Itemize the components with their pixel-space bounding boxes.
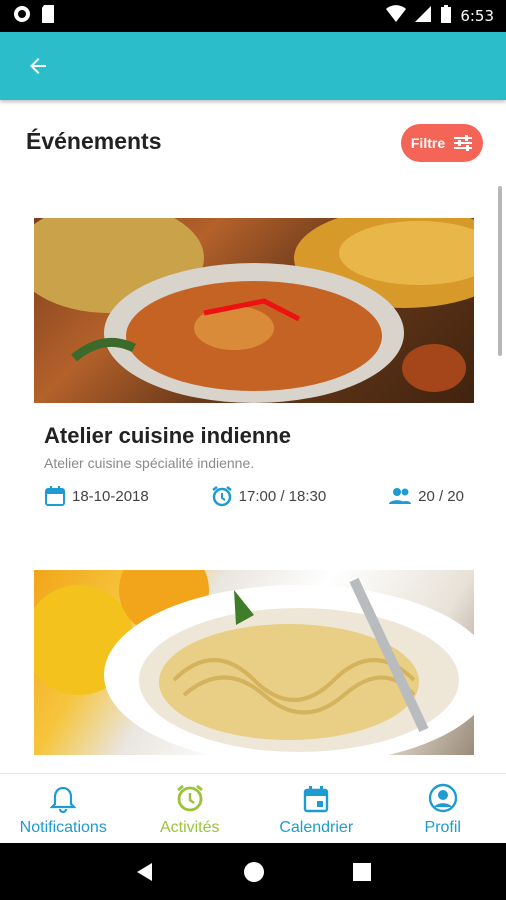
filter-label: Filtre	[410, 135, 446, 151]
nav-label: Profil	[424, 819, 461, 836]
signal-icon	[414, 5, 432, 27]
event-participants: 20 / 20	[388, 487, 464, 505]
page-title: Événements	[26, 128, 162, 154]
status-bar: 6:53	[0, 0, 506, 32]
nav-label: Activités	[159, 819, 220, 836]
sliders-icon	[454, 135, 473, 151]
calendar-icon	[45, 486, 65, 506]
alarm-clock-icon	[176, 784, 203, 812]
nav-label: Notifications	[19, 819, 107, 836]
bell-icon	[50, 786, 77, 813]
nav-label: Calendrier	[279, 819, 354, 836]
alarm-clock-icon	[211, 486, 232, 507]
event-card[interactable]	[34, 570, 474, 755]
wifi-icon	[386, 5, 407, 27]
event-card[interactable]: Atelier cuisine indienne Atelier cuisine…	[34, 218, 474, 507]
bottom-nav: Notifications Activités Calendrier Profi…	[0, 773, 506, 843]
home-circle-icon[interactable]	[243, 861, 265, 883]
event-description: Atelier cuisine spécialité indienne.	[44, 455, 255, 471]
event-meta: 18-10-2018 17:00 / 18:30 20 / 20	[44, 485, 464, 507]
event-date-text: 18-10-2018	[72, 487, 149, 505]
recents-square-icon[interactable]	[352, 862, 372, 882]
event-title: Atelier cuisine indienne	[44, 423, 291, 448]
arrow-left-icon	[30, 58, 46, 74]
sd-card-icon	[40, 4, 56, 29]
nav-notifications[interactable]: Notifications	[0, 774, 127, 843]
nav-calendar[interactable]: Calendrier	[253, 774, 380, 843]
group-icon	[389, 488, 412, 504]
back-triangle-icon[interactable]	[134, 861, 156, 883]
event-image	[34, 570, 474, 755]
event-date: 18-10-2018	[44, 485, 149, 507]
event-time-text: 17:00 / 18:30	[238, 487, 327, 505]
notification-circle-icon	[12, 4, 32, 29]
main-content[interactable]: Événements Filtre Atelier cuisine indien…	[0, 100, 506, 773]
system-nav-bar	[0, 843, 506, 900]
nav-profile[interactable]: Profil	[380, 774, 506, 843]
battery-icon	[440, 4, 452, 28]
clock-time: 6:53	[460, 7, 494, 25]
event-time: 17:00 / 18:30	[211, 485, 327, 507]
event-image	[34, 218, 474, 403]
calendar-icon	[304, 786, 329, 813]
app-bar	[0, 32, 506, 100]
scrollbar[interactable]	[498, 186, 502, 356]
nav-activities[interactable]: Activités	[127, 774, 254, 843]
event-participants-text: 20 / 20	[418, 487, 464, 505]
profile-icon	[428, 783, 457, 813]
back-button[interactable]	[22, 50, 54, 82]
filter-button[interactable]: Filtre	[401, 124, 483, 162]
